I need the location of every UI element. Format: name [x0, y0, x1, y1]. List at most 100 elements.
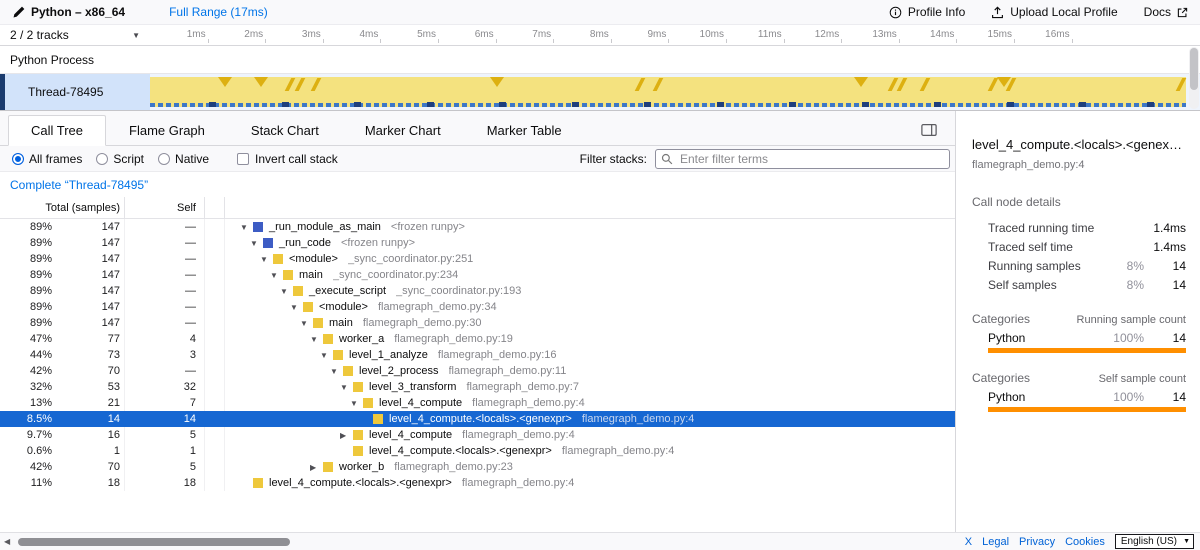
row-expander-icon[interactable]: ▼ — [240, 223, 253, 232]
call-tree-row[interactable]: 13%217▼level_4_computeflamegraph_demo.py… — [0, 395, 955, 411]
row-total-cell: 47%77 — [0, 331, 125, 347]
row-gap-cell — [205, 347, 225, 363]
row-frame: level_4_compute.<locals>.<genexpr>flameg… — [225, 443, 955, 459]
header-actions: Profile Info Upload Local Profile Docs — [889, 5, 1188, 19]
row-file-location: flamegraph_demo.py:7 — [466, 381, 579, 393]
filter-stacks-input[interactable] — [655, 149, 950, 169]
profiler-app: Python – x86_64 Full Range (17ms) Profil… — [0, 0, 1200, 550]
category-value: 14 — [1144, 390, 1186, 404]
call-tree-row[interactable]: 44%733▼level_1_analyzeflamegraph_demo.py… — [0, 347, 955, 363]
thread-track-header[interactable]: Thread-78495 — [5, 74, 150, 110]
row-expander-icon[interactable]: ▼ — [310, 335, 323, 344]
row-total-percent: 8.5% — [0, 413, 52, 425]
process-track-header[interactable]: Python Process — [0, 46, 1200, 74]
row-self-cell: 3 — [125, 347, 205, 363]
marker-triangle-icon — [490, 77, 504, 87]
call-tree-row[interactable]: 8.5%1414level_4_compute.<locals>.<genexp… — [0, 411, 955, 427]
row-total-cell: 89%147 — [0, 283, 125, 299]
row-total-samples: 147 — [52, 285, 124, 297]
timeline-ruler-scale[interactable]: 1ms2ms3ms4ms5ms6ms7ms8ms9ms10ms11ms12ms1… — [150, 25, 1200, 45]
call-tree-row[interactable]: 42%705▶worker_bflamegraph_demo.py:23 — [0, 459, 955, 475]
thread-track-graph[interactable] — [150, 74, 1186, 110]
row-expander-icon[interactable]: ▼ — [280, 287, 293, 296]
tab-marker-table[interactable]: Marker Table — [464, 115, 585, 146]
row-expander-icon[interactable]: ▼ — [260, 255, 273, 264]
row-expander-icon[interactable]: ▼ — [250, 239, 263, 248]
call-tree-row[interactable]: 32%5332▼level_3_transformflamegraph_demo… — [0, 379, 955, 395]
row-frame: ▼_run_code<frozen runpy> — [225, 235, 955, 251]
call-tree-row[interactable]: 11%1818level_4_compute.<locals>.<genexpr… — [0, 475, 955, 491]
call-tree-row[interactable]: 89%147—▼_run_module_as_main<frozen runpy… — [0, 219, 955, 235]
radio-script[interactable]: Script — [96, 152, 144, 166]
tracks-scrollbar[interactable] — [1189, 47, 1199, 109]
horizontal-scrollbar-thumb[interactable] — [18, 538, 290, 546]
row-expander-icon[interactable]: ▼ — [340, 383, 353, 392]
row-expander-icon[interactable]: ▼ — [320, 351, 333, 360]
tab-marker-chart[interactable]: Marker Chart — [342, 115, 464, 146]
tab-stack-chart[interactable]: Stack Chart — [228, 115, 342, 146]
footer-link-privacy[interactable]: Privacy — [1019, 536, 1055, 548]
info-icon — [889, 6, 902, 19]
row-expander-icon[interactable]: ▼ — [350, 399, 363, 408]
profile-info-button[interactable]: Profile Info — [889, 5, 965, 19]
language-select[interactable]: English (US) ▼ — [1115, 534, 1194, 549]
call-tree-row[interactable]: 0.6%11level_4_compute.<locals>.<genexpr>… — [0, 443, 955, 459]
row-total-samples: 73 — [52, 349, 124, 361]
row-expander-icon[interactable]: ▶ — [340, 431, 353, 440]
row-frame: ▶worker_bflamegraph_demo.py:23 — [225, 459, 955, 475]
tab-list: Call TreeFlame GraphStack ChartMarker Ch… — [8, 115, 585, 145]
breadcrumb-complete-thread[interactable]: Complete “Thread-78495” — [10, 178, 148, 192]
call-tree-row[interactable]: 47%774▼worker_aflamegraph_demo.py:19 — [0, 331, 955, 347]
footer-link-cookies[interactable]: Cookies — [1065, 536, 1105, 548]
row-total-samples: 1 — [52, 445, 124, 457]
call-tree-row[interactable]: 89%147—▼main_sync_coordinator.py:234 — [0, 267, 955, 283]
row-function-name: level_4_compute.<locals>.<genexpr> — [369, 445, 552, 457]
upload-icon — [991, 6, 1004, 19]
radio-native[interactable]: Native — [158, 152, 209, 166]
upload-profile-button[interactable]: Upload Local Profile — [991, 5, 1117, 19]
frame-category-icon — [253, 222, 263, 232]
row-total-cell: 11%18 — [0, 475, 125, 491]
invert-call-stack-checkbox[interactable] — [237, 153, 249, 165]
tracks-scrollbar-thumb[interactable] — [1190, 48, 1198, 90]
chevron-down-icon: ▼ — [1183, 538, 1190, 545]
tracks-dropdown-button[interactable]: 2 / 2 tracks ▼ — [0, 25, 150, 45]
footer-link-legal[interactable]: Legal — [982, 536, 1009, 548]
sidebar-toggle-button[interactable] — [921, 123, 945, 137]
row-file-location: flamegraph_demo.py:4 — [472, 397, 585, 409]
tab-call-tree[interactable]: Call Tree — [8, 115, 106, 146]
row-frame: ▶level_4_computeflamegraph_demo.py:4 — [225, 427, 955, 443]
horizontal-scrollbar[interactable]: ◀ — [0, 533, 955, 550]
row-total-samples: 147 — [52, 301, 124, 313]
row-file-location: _sync_coordinator.py:234 — [333, 269, 458, 281]
row-expander-icon[interactable]: ▼ — [290, 303, 303, 312]
footer-link-x[interactable]: X — [965, 536, 972, 548]
call-tree-row[interactable]: 89%147—▼<module>flamegraph_demo.py:34 — [0, 299, 955, 315]
row-gap-cell — [205, 283, 225, 299]
scroll-left-arrow-icon[interactable]: ◀ — [4, 537, 10, 546]
call-tree-row[interactable]: 42%70—▼level_2_processflamegraph_demo.py… — [0, 363, 955, 379]
full-range-button[interactable]: Full Range (17ms) — [169, 5, 268, 19]
row-expander-icon[interactable]: ▶ — [310, 463, 323, 472]
docs-button[interactable]: Docs — [1144, 5, 1188, 19]
row-total-cell: 89%147 — [0, 267, 125, 283]
column-header-total[interactable]: Total (samples) — [0, 197, 125, 218]
row-gap-cell — [205, 299, 225, 315]
row-expander-icon[interactable]: ▼ — [300, 319, 313, 328]
row-file-location: flamegraph_demo.py:19 — [394, 333, 513, 345]
row-self-cell: — — [125, 267, 205, 283]
tab-flame-graph[interactable]: Flame Graph — [106, 115, 228, 146]
sidebar-categories: CategoriesRunning sample countPython100%… — [972, 312, 1186, 412]
call-tree-row[interactable]: 89%147—▼_execute_script_sync_coordinator… — [0, 283, 955, 299]
row-total-percent: 42% — [0, 461, 52, 473]
sample-marker-dark — [1007, 102, 1014, 107]
stat-value: 1.4ms — [1144, 221, 1186, 235]
call-tree-row[interactable]: 89%147—▼mainflamegraph_demo.py:30 — [0, 315, 955, 331]
radio-all-frames[interactable]: All frames — [12, 152, 82, 166]
row-expander-icon[interactable]: ▼ — [330, 367, 343, 376]
call-tree-row[interactable]: 89%147—▼_run_code<frozen runpy> — [0, 235, 955, 251]
row-expander-icon[interactable]: ▼ — [270, 271, 283, 280]
column-header-self[interactable]: Self — [125, 197, 205, 218]
call-tree-row[interactable]: 89%147—▼<module>_sync_coordinator.py:251 — [0, 251, 955, 267]
call-tree-row[interactable]: 9.7%165▶level_4_computeflamegraph_demo.p… — [0, 427, 955, 443]
